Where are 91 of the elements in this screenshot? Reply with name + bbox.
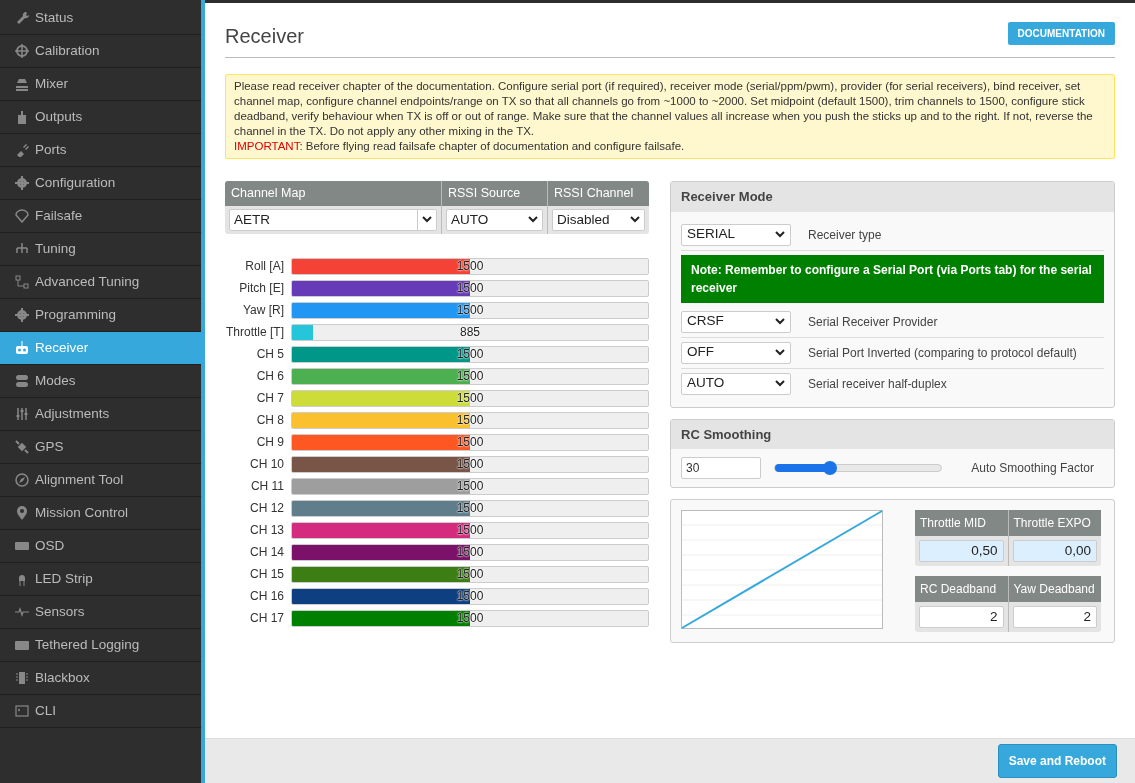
channel-value: 1500 <box>455 456 485 472</box>
smoothing-label: Auto Smoothing Factor <box>971 460 1094 477</box>
channel-label: CH 15 <box>249 566 285 584</box>
toggle-icon <box>15 374 29 388</box>
sidebar-item[interactable]: OSD <box>0 530 202 563</box>
dropdown[interactable]: AETR <box>229 208 437 231</box>
caret-icon <box>775 231 785 238</box>
channel-label: CH 17 <box>249 610 285 628</box>
caret-icon <box>630 216 640 224</box>
channel-value: 1500 <box>455 434 485 450</box>
sliders-icon <box>15 407 29 421</box>
crosshair-icon <box>15 44 29 58</box>
dropdown[interactable]: CRSF <box>681 310 791 333</box>
map-pin-icon <box>15 506 29 520</box>
slider-thumb[interactable] <box>822 461 837 475</box>
channel-label: CH 7 <box>255 390 285 408</box>
channel-label: Throttle [T] <box>225 324 285 342</box>
column-header: RSSI Channel <box>548 181 649 206</box>
channel-label: Pitch [E] <box>238 280 285 298</box>
sidebar-item[interactable]: Tethered Logging <box>0 629 202 662</box>
caret-icon <box>775 318 785 325</box>
compass-icon <box>15 473 29 487</box>
channel-value: 1500 <box>455 478 485 494</box>
dropdown[interactable]: Disabled <box>552 208 645 231</box>
channel-value: 885 <box>459 324 481 340</box>
channel-value: 1500 <box>455 368 485 384</box>
panel-title: RC Smoothing <box>671 419 1114 449</box>
setting-label: Serial Port Inverted (comparing to protocol default) <box>808 344 1077 361</box>
channel-value: 1500 <box>455 302 485 318</box>
channel-label: CH 9 <box>255 434 285 452</box>
dropdown[interactable]: SERIAL <box>681 223 791 246</box>
number-input[interactable]: 0,00 <box>1012 540 1097 562</box>
channel-value: 1500 <box>455 500 485 516</box>
channel-value: 1500 <box>455 346 485 362</box>
channel-label: CH 16 <box>249 588 285 606</box>
channel-value: 1500 <box>455 610 485 626</box>
flowchart-icon <box>15 275 29 289</box>
dropdown[interactable]: AUTO <box>446 208 543 231</box>
sidebar-item[interactable]: Modes <box>0 365 202 398</box>
panel-title: Receiver Mode <box>671 182 1114 212</box>
channel-label: CH 11 <box>249 478 285 496</box>
channel-value: 1500 <box>455 390 485 406</box>
channel-label: Yaw [R] <box>241 302 285 320</box>
number-input[interactable]: 2 <box>1012 606 1097 628</box>
chip-icon <box>15 671 29 685</box>
caret-icon <box>528 216 538 224</box>
pulse-icon <box>15 605 29 619</box>
column-header: RC Deadband <box>915 576 1008 602</box>
wrench-icon <box>15 11 29 25</box>
channel-value: 1500 <box>455 412 485 428</box>
channel-value: 1500 <box>455 258 485 274</box>
column-header: Throttle EXPO <box>1008 510 1101 536</box>
channel-label: CH 13 <box>249 522 285 540</box>
caret-icon <box>422 216 432 224</box>
channel-value: 1500 <box>455 522 485 538</box>
setting-label: Serial receiver half-duplex <box>808 375 947 392</box>
parachute-icon <box>15 209 29 223</box>
important-notice: IMPORTANT: Before flying read failsafe chapter of documentation and configure failsafe. <box>234 139 686 154</box>
channel-label: CH 14 <box>249 544 285 562</box>
caret-icon <box>775 349 785 356</box>
channel-label: CH 8 <box>255 412 285 430</box>
dropdown[interactable]: OFF <box>681 341 791 364</box>
channel-label: CH 6 <box>255 368 285 386</box>
column-header: Channel Map <box>225 181 441 206</box>
smoothing-input[interactable]: 30 <box>681 457 761 479</box>
gear-icon <box>15 308 29 322</box>
smoothing-slider[interactable] <box>774 464 942 472</box>
column-header: Yaw Deadband <box>1008 576 1101 602</box>
dropdown[interactable]: AUTO <box>681 372 791 395</box>
channel-value: 1500 <box>455 544 485 560</box>
serial-port-note: Note: Remember to configure a Serial Port (via Ports tab) for the serial receiver <box>681 254 1104 303</box>
channel-label: CH 10 <box>249 456 285 474</box>
channel-label: CH 5 <box>255 346 285 364</box>
gear-icon <box>15 176 29 190</box>
channel-value: 1500 <box>455 566 485 582</box>
column-header: RSSI Source <box>442 181 547 206</box>
number-input[interactable]: 0,50 <box>919 540 1004 562</box>
notice-text: Please read receiver chapter of the documentation. Configure serial port (if required), receiver mode (serial/ppm/pwm), provider (for serial receivers), bind receiver, set channel map, configure channel endpoints/range on TX so that all channels go from ~1000 to ~2000. Set midpoint (default 1500), trim channels to 1500, configure stick deadband, verify behaviour when TX is off or out of range. Make sure that the channel values all increase when you push the sticks up and to the right. If not, reverse the channel in the TX. Do not apply any other mixing in the TX. <box>234 79 1094 139</box>
hierarchy-icon <box>15 242 29 256</box>
caret-icon <box>775 380 785 387</box>
setting-label: Receiver type <box>808 226 882 243</box>
page-title: Receiver <box>225 24 304 49</box>
channel-label: CH 12 <box>249 500 285 518</box>
setting-label: Serial Receiver Provider <box>808 313 938 330</box>
number-input[interactable]: 2 <box>919 606 1004 628</box>
channel-value: 1500 <box>455 588 485 604</box>
column-header: Throttle MID <box>915 510 1008 536</box>
channel-value: 1500 <box>455 280 485 296</box>
channel-label: Roll [A] <box>244 258 285 276</box>
terminal-icon <box>15 704 29 718</box>
remote-control-icon <box>15 341 29 355</box>
